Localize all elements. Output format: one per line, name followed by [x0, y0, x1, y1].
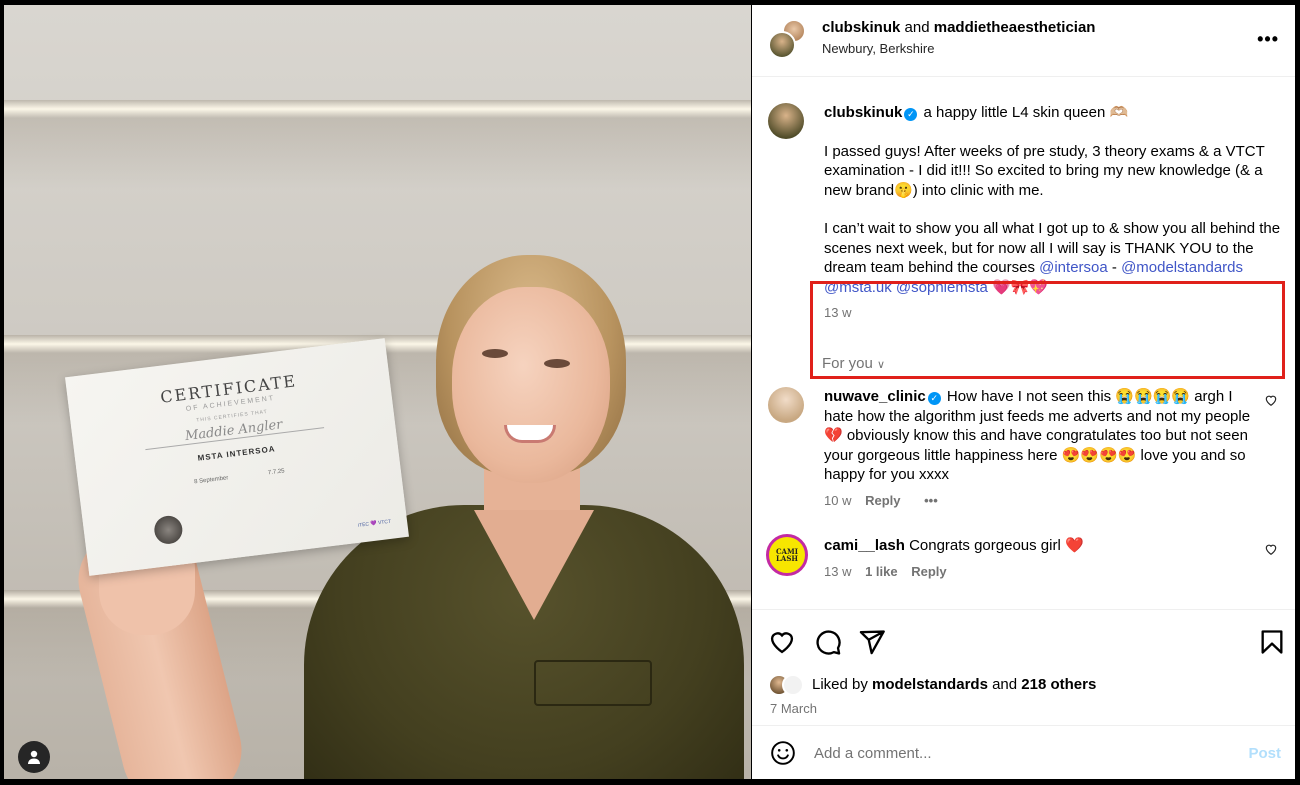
certificate-seal: [152, 514, 184, 546]
post-button[interactable]: Post: [1248, 745, 1281, 762]
caption-username-link[interactable]: clubskinuk: [824, 104, 902, 121]
avatar-text: CAMI LASH: [775, 547, 799, 563]
tagged-users-button[interactable]: [18, 741, 50, 773]
liked-others-link[interactable]: 218 others: [1021, 676, 1096, 693]
like-heart-icon[interactable]: [768, 628, 796, 656]
screenshot-frame: CERTIFICATE OF ACHIEVEMENT THIS CERTIFIE…: [0, 0, 1300, 785]
reply-button[interactable]: Reply: [911, 564, 946, 579]
wall-light-strip: [4, 100, 751, 118]
mention-link[interactable]: @modelstandards: [1121, 259, 1243, 276]
add-comment-bar: Post: [752, 725, 1295, 779]
emoji-smile-icon[interactable]: [770, 740, 796, 766]
liked-by-text: Liked by modelstandards and 218 others: [812, 676, 1096, 693]
avatar[interactable]: CAMI LASH: [766, 534, 808, 576]
avatar[interactable]: [782, 674, 804, 696]
post-panel: clubskinuk and maddietheaesthetician New…: [752, 5, 1295, 779]
header-user2-link[interactable]: maddietheaesthetician: [934, 19, 1096, 36]
comment-text: Congrats gorgeous girl ❤️: [909, 537, 1084, 554]
post-photo[interactable]: CERTIFICATE OF ACHIEVEMENT THIS CERTIFIE…: [4, 5, 751, 779]
person-eye-right: [544, 359, 570, 368]
like-comment-heart-icon[interactable]: [1264, 393, 1278, 407]
comment-meta: 10 w Reply •••: [824, 491, 1254, 511]
certificate-sig-left: 8 September: [193, 475, 229, 486]
verified-badge-icon: ✓: [927, 392, 941, 405]
for-you-label: For you: [822, 355, 873, 372]
caption-dash: -: [1107, 259, 1117, 276]
scrubs-v-neck: [474, 510, 594, 620]
user-icon: [28, 750, 40, 764]
liked-prefix: Liked by: [812, 676, 868, 693]
avatar[interactable]: [768, 103, 804, 139]
header-user1-link[interactable]: clubskinuk: [822, 19, 900, 36]
avatar: [768, 31, 796, 59]
caption-paragraph-1: I passed guys! After weeks of pre study,…: [824, 142, 1265, 199]
scrubs-pocket: [534, 660, 652, 706]
comment-input[interactable]: [814, 740, 1214, 766]
person-eye-left: [482, 349, 508, 358]
comment-more-icon[interactable]: •••: [924, 493, 938, 508]
liked-user-link[interactable]: modelstandards: [872, 676, 988, 693]
mention-link[interactable]: @intersoa: [1039, 259, 1108, 276]
certificate: CERTIFICATE OF ACHIEVEMENT THIS CERTIFIE…: [65, 338, 409, 576]
post-actions: Liked by modelstandards and 218 others 7…: [752, 609, 1295, 725]
comment-username-link[interactable]: nuwave_clinic: [824, 388, 926, 405]
verified-badge-icon: ✓: [904, 108, 918, 121]
for-you-dropdown[interactable]: For you ∨: [822, 355, 885, 372]
comment-item: CAMI LASH cami__lash Congrats gorgeous g…: [766, 534, 1278, 596]
comment-body: cami__lash Congrats gorgeous girl ❤️ 13 …: [824, 536, 1284, 581]
comment-time[interactable]: 13 w: [824, 564, 851, 579]
share-send-icon[interactable]: [858, 628, 886, 656]
header-usernames: clubskinuk and maddietheaesthetician: [822, 19, 1095, 36]
liked-joiner: and: [992, 676, 1018, 693]
certificate-sig-right: 7.7.25: [267, 468, 285, 477]
avatar[interactable]: [768, 387, 804, 423]
post-header: clubskinuk and maddietheaesthetician New…: [752, 5, 1295, 77]
caption-headline: a happy little L4 skin queen 🫶🏼: [923, 104, 1129, 121]
like-comment-heart-icon[interactable]: [1264, 542, 1278, 556]
comment-body: nuwave_clinic ✓ How have I not seen this …: [824, 387, 1254, 510]
collab-avatars[interactable]: [768, 19, 808, 59]
certificate-signatures: 8 September 7.7.25: [79, 454, 399, 499]
likes-count[interactable]: 1 like: [865, 564, 898, 579]
comment-item: nuwave_clinic ✓ How have I not seen this …: [768, 387, 1278, 517]
certificate-logos: iTEC 💜 VTCT: [357, 518, 392, 529]
comment-meta: 13 w 1 like Reply: [824, 562, 1284, 582]
comment-username-link[interactable]: cami__lash: [824, 537, 905, 554]
location-link[interactable]: Newbury, Berkshire: [822, 41, 934, 56]
chevron-down-icon: ∨: [877, 359, 886, 371]
comment-icon[interactable]: [814, 628, 842, 656]
save-bookmark-icon[interactable]: [1258, 628, 1286, 656]
reply-button[interactable]: Reply: [865, 493, 900, 508]
comment-time[interactable]: 10 w: [824, 493, 851, 508]
comments-area[interactable]: clubskinuk ✓ a happy little L4 skin queen…: [752, 77, 1295, 609]
more-options-icon[interactable]: •••: [1257, 29, 1279, 50]
header-joiner: and: [904, 19, 930, 36]
post-date[interactable]: 7 March: [770, 701, 817, 716]
person-face: [452, 287, 610, 483]
